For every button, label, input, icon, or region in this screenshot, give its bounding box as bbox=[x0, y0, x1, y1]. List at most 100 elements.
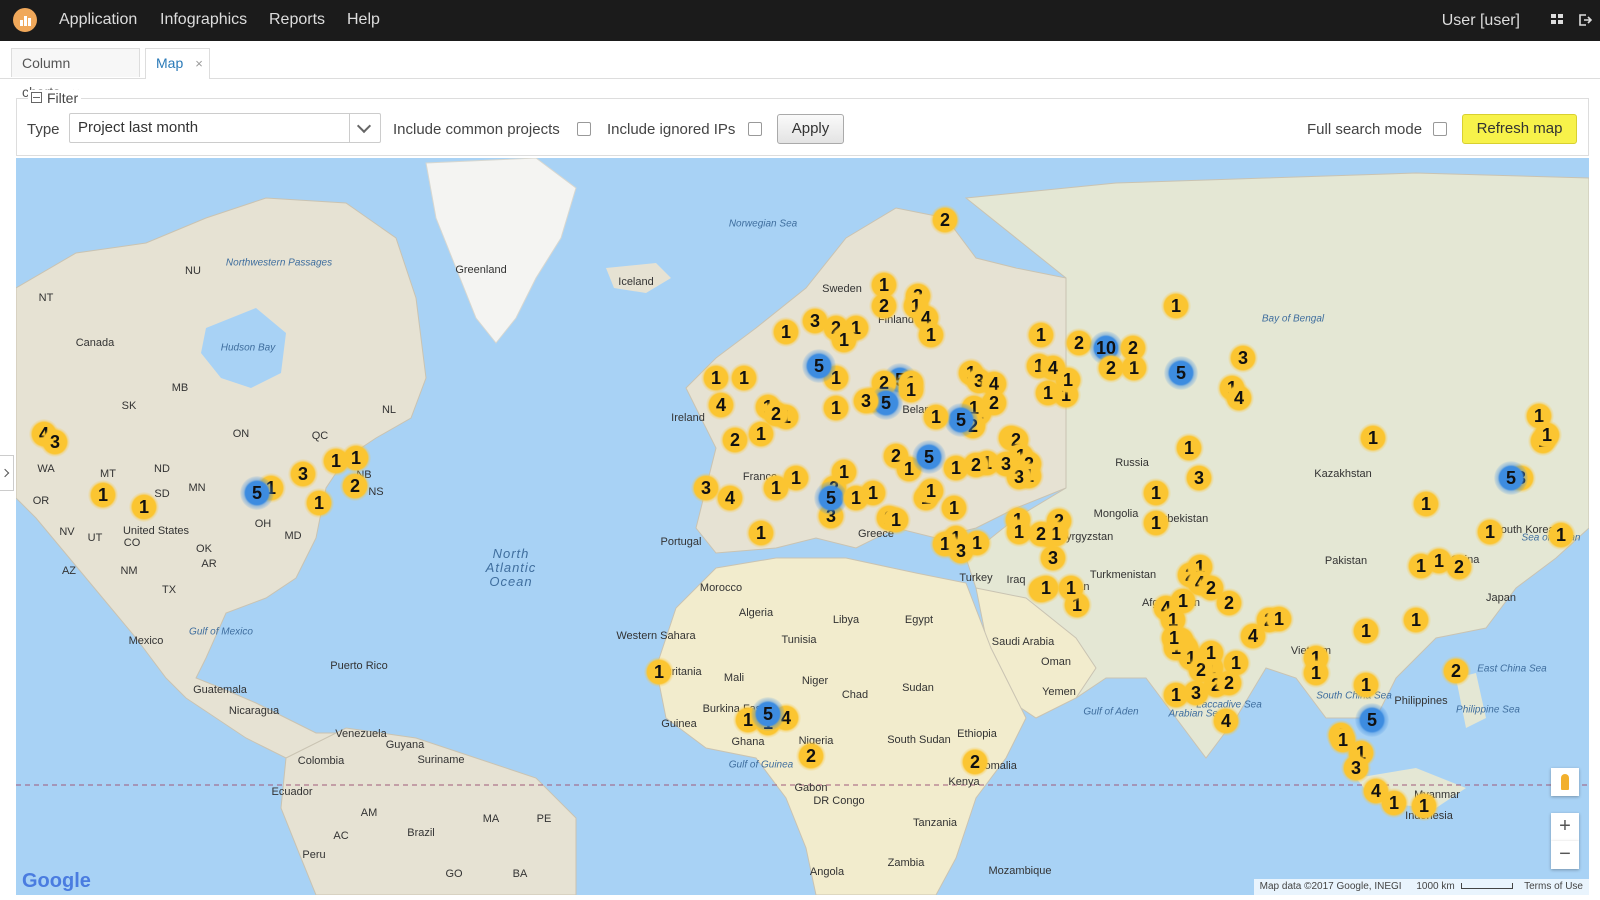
place-label: ND bbox=[154, 463, 170, 475]
cluster-marker[interactable]: 1 bbox=[88, 480, 118, 510]
zoom-in-button[interactable]: + bbox=[1551, 813, 1579, 841]
cluster-marker[interactable]: 2 bbox=[1214, 588, 1244, 618]
cluster-marker-large[interactable]: 5 bbox=[1494, 461, 1528, 495]
cluster-marker[interactable]: 1 bbox=[1026, 320, 1056, 350]
menu-infographics[interactable]: Infographics bbox=[160, 11, 247, 29]
logout-icon[interactable] bbox=[1578, 13, 1592, 27]
terms-link[interactable]: Terms of Use bbox=[1524, 881, 1583, 892]
cluster-marker[interactable]: 1 bbox=[1546, 520, 1576, 550]
include-common-checkbox[interactable] bbox=[577, 122, 591, 136]
cluster-marker[interactable]: 1 bbox=[821, 393, 851, 423]
cluster-marker[interactable]: 2 bbox=[979, 388, 1009, 418]
cluster-marker[interactable]: 3 bbox=[40, 427, 70, 457]
grid-view-icon[interactable] bbox=[1551, 14, 1564, 25]
cluster-marker[interactable]: 3 bbox=[1228, 343, 1258, 373]
tab-map[interactable]: Map × bbox=[145, 48, 210, 79]
cluster-marker[interactable]: 4 bbox=[1361, 776, 1391, 806]
app-logo-icon[interactable] bbox=[13, 8, 37, 32]
cluster-marker-large[interactable]: 5 bbox=[1164, 356, 1198, 390]
cluster-marker[interactable]: 4 bbox=[1211, 706, 1241, 736]
full-search-checkbox[interactable] bbox=[1433, 122, 1447, 136]
cluster-marker[interactable]: 2 bbox=[340, 471, 370, 501]
close-icon[interactable]: × bbox=[195, 56, 203, 71]
world-map[interactable]: Greenland Iceland Canada Hudson Bay Northwes… bbox=[16, 158, 1589, 895]
cluster-marker[interactable]: 3 bbox=[851, 386, 881, 416]
include-ignored-checkbox[interactable] bbox=[748, 122, 762, 136]
cluster-marker[interactable]: 1 bbox=[1004, 517, 1034, 547]
place-label: Sudan bbox=[902, 682, 934, 694]
cluster-marker[interactable]: 3 bbox=[288, 459, 318, 489]
zoom-out-button[interactable]: − bbox=[1551, 841, 1579, 869]
chevron-down-icon[interactable] bbox=[349, 114, 380, 142]
cluster-marker[interactable]: 1 bbox=[1532, 420, 1562, 450]
apply-button[interactable]: Apply bbox=[777, 114, 844, 144]
cluster-marker[interactable]: 2 bbox=[961, 450, 991, 480]
street-view-pegman-icon[interactable] bbox=[1551, 768, 1579, 796]
cluster-marker[interactable]: 1 bbox=[701, 363, 731, 393]
place-label: OR bbox=[32, 495, 50, 507]
cluster-marker[interactable]: 1 bbox=[1411, 489, 1441, 519]
menu-help[interactable]: Help bbox=[347, 11, 380, 29]
cluster-marker[interactable]: 2 bbox=[796, 741, 826, 771]
user-menu[interactable]: User [user] bbox=[1442, 12, 1520, 30]
cluster-marker[interactable]: 1 bbox=[1221, 648, 1251, 678]
cluster-marker-large[interactable]: 5 bbox=[802, 349, 836, 383]
top-navbar: Application Infographics Reports Help Us… bbox=[0, 0, 1600, 41]
cluster-marker[interactable]: 1 bbox=[1159, 623, 1189, 653]
cluster-marker-large[interactable]: 5 bbox=[751, 697, 785, 731]
side-panel-toggle[interactable] bbox=[0, 455, 14, 491]
cluster-marker[interactable]: 1 bbox=[1328, 725, 1358, 755]
menu-application[interactable]: Application bbox=[59, 11, 137, 29]
cluster-marker[interactable]: 1 bbox=[1141, 508, 1171, 538]
cluster-marker[interactable]: 1 bbox=[129, 492, 159, 522]
cluster-marker[interactable]: 2 bbox=[960, 747, 990, 777]
cluster-marker[interactable]: 4 bbox=[715, 483, 745, 513]
cluster-marker[interactable]: 1 bbox=[746, 518, 776, 548]
cluster-marker[interactable]: 1 bbox=[1141, 478, 1171, 508]
tab-column-charts[interactable]: Column charts× bbox=[11, 48, 140, 100]
cluster-marker[interactable]: 1 bbox=[341, 443, 371, 473]
cluster-marker[interactable]: 4 bbox=[1224, 383, 1254, 413]
menu-reports[interactable]: Reports bbox=[269, 11, 325, 29]
cluster-marker[interactable]: 1 bbox=[1264, 604, 1294, 634]
cluster-marker[interactable]: 3 bbox=[1038, 543, 1068, 573]
cluster-marker[interactable]: 1 bbox=[644, 657, 674, 687]
cluster-marker[interactable]: 1 bbox=[921, 402, 951, 432]
cluster-marker[interactable]: 1 bbox=[1056, 573, 1086, 603]
cluster-marker[interactable]: 2 bbox=[869, 291, 899, 321]
cluster-marker[interactable]: 1 bbox=[1475, 517, 1505, 547]
cluster-marker[interactable]: 1 bbox=[1351, 670, 1381, 700]
cluster-marker[interactable]: 2 bbox=[930, 205, 960, 235]
cluster-marker[interactable]: 2 bbox=[1441, 656, 1471, 686]
cluster-marker[interactable]: 1 bbox=[1358, 423, 1388, 453]
cluster-marker[interactable]: 2 bbox=[1118, 333, 1148, 363]
cluster-marker[interactable]: 1 bbox=[1053, 365, 1083, 395]
cluster-marker[interactable]: 1 bbox=[939, 493, 969, 523]
cluster-marker[interactable]: 1 bbox=[771, 317, 801, 347]
collapse-icon[interactable] bbox=[31, 92, 42, 103]
cluster-marker[interactable]: 1 bbox=[829, 325, 859, 355]
cluster-marker[interactable]: 1 bbox=[881, 505, 911, 535]
refresh-map-button[interactable]: Refresh map bbox=[1462, 114, 1577, 144]
cluster-marker[interactable]: 1 bbox=[1301, 658, 1331, 688]
type-select[interactable]: Project last month bbox=[69, 113, 381, 143]
place-label: Oman bbox=[1041, 656, 1071, 668]
cluster-marker[interactable]: 4 bbox=[706, 390, 736, 420]
cluster-marker[interactable]: 1 bbox=[781, 463, 811, 493]
filter-legend[interactable]: Filter bbox=[28, 90, 82, 106]
cluster-marker[interactable]: 3 bbox=[1184, 463, 1214, 493]
cluster-marker[interactable]: 3 bbox=[946, 536, 976, 566]
cluster-marker[interactable]: 1 bbox=[1174, 433, 1204, 463]
cluster-marker[interactable]: 1 bbox=[1161, 291, 1191, 321]
cluster-marker[interactable]: 2 bbox=[761, 399, 791, 429]
cluster-marker[interactable]: 1 bbox=[896, 375, 926, 405]
cluster-marker[interactable]: 2 bbox=[1444, 552, 1474, 582]
cluster-marker[interactable]: 1 bbox=[1351, 616, 1381, 646]
cluster-marker[interactable]: 1 bbox=[1409, 791, 1439, 821]
cluster-marker[interactable]: 1 bbox=[729, 363, 759, 393]
cluster-marker[interactable]: 1 bbox=[916, 320, 946, 350]
cluster-marker-large[interactable]: 5 bbox=[1355, 703, 1389, 737]
cluster-marker[interactable]: 1 bbox=[1401, 605, 1431, 635]
cluster-marker-large[interactable]: 5 bbox=[240, 476, 274, 510]
cluster-marker[interactable]: 1 bbox=[304, 488, 334, 518]
